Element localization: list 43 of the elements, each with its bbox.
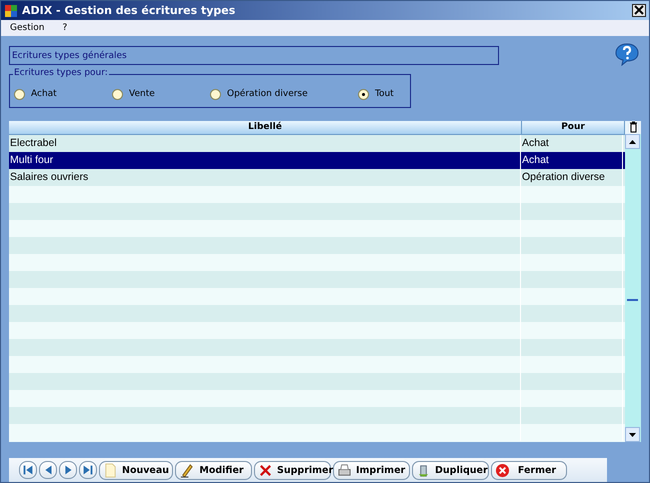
down-arrow-icon — [629, 432, 636, 436]
scroll-down-button[interactable] — [625, 427, 640, 442]
close-icon — [495, 462, 510, 478]
close-button[interactable] — [632, 4, 646, 18]
nav-button[interactable] — [39, 461, 57, 479]
last-record-icon — [81, 463, 95, 477]
new-button[interactable]: Nouveau — [99, 460, 173, 480]
up-arrow-icon — [629, 140, 636, 144]
nav-button[interactable] — [79, 461, 97, 479]
column-header[interactable]: Libellé — [9, 121, 522, 134]
copy-button[interactable]: Dupliquer — [412, 460, 489, 480]
printer-icon — [337, 462, 352, 478]
radio-label[interactable]: Achat — [31, 89, 57, 99]
radio-label[interactable]: Tout — [375, 89, 394, 99]
app-logo-icon — [4, 4, 18, 18]
radio-label[interactable]: Vente — [129, 89, 155, 99]
page-icon — [103, 462, 118, 478]
print-button[interactable]: Imprimer — [333, 460, 410, 480]
table-row[interactable]: Electrabel Achat — [9, 135, 625, 152]
radio-button[interactable] — [358, 88, 369, 100]
scroll-up-button[interactable] — [625, 134, 640, 149]
first-record-icon — [21, 463, 35, 477]
menu-item[interactable]: ? — [62, 23, 68, 34]
help-icon[interactable] — [615, 42, 639, 66]
scrollbar-thumb[interactable] — [627, 299, 638, 301]
close-button[interactable]: Fermer — [491, 460, 567, 480]
window-title: ADIX - Gestion des écritures types — [22, 4, 236, 18]
trash-icon[interactable] — [628, 121, 638, 133]
delete-button[interactable]: Supprimer — [254, 460, 331, 480]
edit-button[interactable]: Modifier — [175, 460, 252, 480]
radio-button[interactable] — [112, 88, 123, 100]
table-row[interactable]: Multi four Achat — [9, 152, 625, 169]
pencil-icon — [179, 462, 194, 478]
table-row[interactable]: Salaires ouvriers Opération diverse — [9, 169, 625, 186]
nav-button[interactable] — [19, 461, 37, 479]
section-title: Ecritures types générales — [9, 46, 499, 65]
group-legend: Ecritures types pour: — [13, 68, 109, 78]
radio-button[interactable] — [14, 88, 25, 100]
delete-icon — [258, 462, 273, 478]
menu-item[interactable]: Gestion — [10, 23, 44, 34]
radio-label[interactable]: Opération diverse — [227, 89, 308, 99]
radio-button[interactable] — [210, 88, 221, 100]
nav-button[interactable] — [59, 461, 77, 479]
